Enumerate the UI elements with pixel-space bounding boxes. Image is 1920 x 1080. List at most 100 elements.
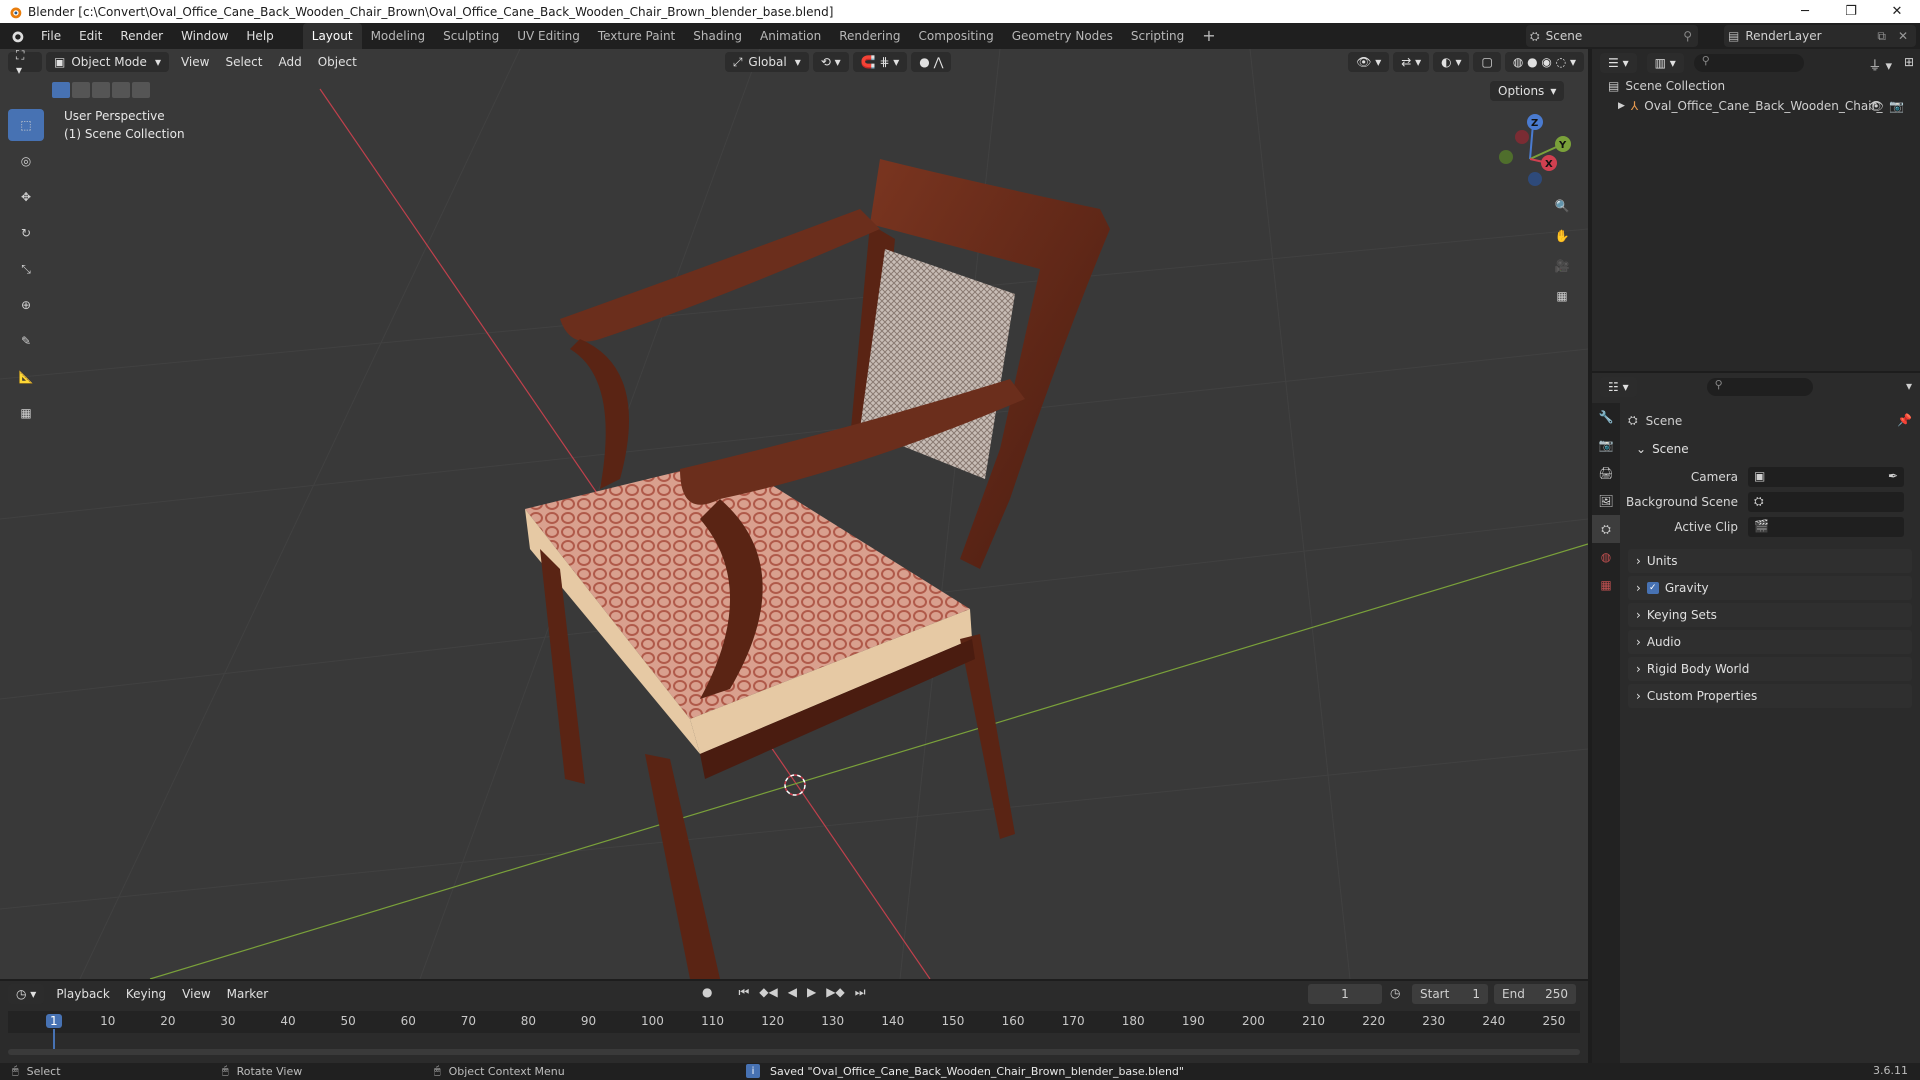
transform-tool-icon[interactable]: ⊕	[8, 289, 44, 321]
timeline-editor-type[interactable]: ◷ ▾	[8, 984, 45, 1004]
scale-tool-icon[interactable]: ⤡	[8, 253, 44, 285]
move-tool-icon[interactable]: ✥	[8, 181, 44, 213]
new-collection-icon[interactable]: ⊞	[1904, 55, 1914, 69]
audio-panel[interactable]: › Audio	[1628, 630, 1912, 654]
tab-sculpting[interactable]: Sculpting	[434, 23, 508, 49]
tab-modeling[interactable]: Modeling	[362, 23, 435, 49]
ortho-toggle-icon[interactable]: ▦	[1549, 283, 1575, 309]
timeline-menu-playback[interactable]: Playback	[48, 987, 118, 1001]
tab-texture-paint[interactable]: Texture Paint	[589, 23, 684, 49]
blender-menu-icon[interactable]	[6, 27, 28, 45]
world-tab-icon[interactable]: ◍	[1592, 543, 1620, 571]
prev-keyframe-icon[interactable]: ◆◀	[759, 985, 777, 1000]
zoom-icon[interactable]: 🔍	[1549, 193, 1575, 219]
transform-orientation-dropdown[interactable]: ⤢ Global ▾	[724, 52, 809, 72]
new-layer-icon[interactable]: ⧉	[1877, 29, 1886, 44]
gizmo-toggle[interactable]: ⇄ ▾	[1393, 52, 1430, 72]
properties-editor-type[interactable]: ☷ ▾	[1600, 377, 1637, 397]
editor-type-dropdown[interactable]: ⛶ ▾	[8, 49, 42, 77]
keying-sets-panel[interactable]: › Keying Sets	[1628, 603, 1912, 627]
custom-properties-panel[interactable]: › Custom Properties	[1628, 684, 1912, 708]
eyedropper-icon[interactable]: ✒	[1888, 469, 1898, 483]
select-invert-icon[interactable]	[112, 82, 130, 98]
properties-search-input[interactable]: ⚲	[1706, 378, 1813, 396]
tab-rendering[interactable]: Rendering	[830, 23, 909, 49]
rotate-tool-icon[interactable]: ↻	[8, 217, 44, 249]
remove-layer-icon[interactable]: ✕	[1898, 29, 1908, 43]
navigation-gizmo[interactable]: Z Y X	[1499, 114, 1571, 186]
play-icon[interactable]: ▶	[807, 985, 816, 1000]
texture-tab-icon[interactable]: ▦	[1592, 571, 1620, 599]
expand-arrow-icon[interactable]: ▶	[1618, 101, 1625, 111]
preview-range-icon[interactable]: ◷	[1390, 986, 1400, 1000]
overlay-toggle[interactable]: ◐ ▾	[1433, 52, 1470, 72]
pin-icon[interactable]: ⚲	[1683, 29, 1692, 43]
jump-end-icon[interactable]: ⏭	[855, 985, 866, 1000]
selection-mode-buttons[interactable]	[52, 82, 150, 98]
measure-tool-icon[interactable]: 📐	[8, 361, 44, 393]
render-camera-icon[interactable]: 📷	[1889, 99, 1904, 113]
mode-dropdown[interactable]: ▣ Object Mode ▾	[46, 52, 169, 72]
pin-icon[interactable]: 📌	[1897, 413, 1912, 427]
timeline-scrollbar[interactable]	[8, 1049, 1580, 1055]
menu-help[interactable]: Help	[237, 23, 282, 49]
tool-tab-icon[interactable]: 🔧	[1592, 403, 1620, 431]
play-reverse-icon[interactable]: ◀	[788, 985, 797, 1000]
tab-animation[interactable]: Animation	[751, 23, 830, 49]
scene-panel-header[interactable]: ⌄ Scene	[1628, 437, 1912, 461]
outliner-editor-type[interactable]: ☰ ▾	[1600, 53, 1637, 73]
end-frame-field[interactable]: End 250	[1494, 984, 1576, 1004]
active-clip-field[interactable]: 🎬	[1748, 517, 1904, 537]
camera-view-icon[interactable]: 🎥	[1549, 253, 1575, 279]
annotate-tool-icon[interactable]: ✎	[8, 325, 44, 357]
xray-toggle[interactable]: ▢	[1473, 52, 1501, 72]
filter-icon[interactable]: ⏚ ▾	[1868, 55, 1892, 74]
outliner-display-mode[interactable]: ▥ ▾	[1646, 53, 1684, 73]
gravity-checkbox[interactable]: ✓	[1646, 582, 1659, 594]
properties-menu-icon[interactable]: ▾	[1906, 379, 1912, 393]
tab-geometry-nodes[interactable]: Geometry Nodes	[1003, 23, 1122, 49]
background-scene-field[interactable]: ⛭	[1748, 492, 1904, 512]
camera-field[interactable]: ▣ ✒	[1748, 467, 1904, 487]
next-keyframe-icon[interactable]: ▶◆	[826, 985, 844, 1000]
current-frame-field[interactable]: 1	[1308, 984, 1382, 1004]
select-new-icon[interactable]	[52, 82, 70, 98]
gravity-panel[interactable]: › ✓ Gravity	[1628, 576, 1912, 600]
3d-viewport[interactable]: Z Y X ⛶ ▾ ▣ Object Mode ▾ View Select Add Ob…	[0, 49, 1588, 979]
playhead-line[interactable]	[53, 1029, 55, 1051]
viewport-menu-view[interactable]: View	[173, 55, 217, 69]
timeline-menu-marker[interactable]: Marker	[219, 987, 276, 1001]
options-button[interactable]: Options ▾	[1490, 81, 1565, 101]
minimize-button[interactable]: ─	[1782, 0, 1828, 23]
menu-edit[interactable]: Edit	[70, 23, 111, 49]
viewport-menu-add[interactable]: Add	[270, 55, 309, 69]
timeline-menu-view[interactable]: View	[174, 987, 218, 1001]
add-workspace-button[interactable]: +	[1193, 23, 1224, 49]
tab-scripting[interactable]: Scripting	[1122, 23, 1193, 49]
visibility-dropdown[interactable]: 👁 ▾	[1348, 52, 1390, 72]
start-frame-field[interactable]: Start 1	[1412, 984, 1488, 1004]
timeline-menu-keying[interactable]: Keying	[118, 987, 174, 1001]
select-subtract-icon[interactable]	[92, 82, 110, 98]
scene-selector[interactable]: ⛭ Scene ⚲	[1526, 25, 1698, 47]
rigid-body-world-panel[interactable]: › Rigid Body World	[1628, 657, 1912, 681]
tab-layout[interactable]: Layout	[302, 23, 362, 49]
keyframe-dot-icon[interactable]: ●	[702, 985, 712, 1000]
render-layer-selector[interactable]: ▤ RenderLayer ⧉ ✕	[1724, 25, 1916, 47]
proportional-edit-dropdown[interactable]: ● ⋀	[911, 52, 952, 72]
3d-cursor[interactable]	[784, 774, 806, 796]
visibility-eye-icon[interactable]: 👁	[1869, 99, 1884, 113]
outliner-search-input[interactable]: ⚲	[1693, 54, 1804, 72]
cursor-tool-icon[interactable]: ◎	[8, 145, 44, 177]
tab-shading[interactable]: Shading	[684, 23, 751, 49]
tab-compositing[interactable]: Compositing	[909, 23, 1002, 49]
jump-start-icon[interactable]: ⏮	[738, 985, 749, 1000]
shading-mode-buttons[interactable]: ◍ ● ◉ ◌ ▾	[1504, 52, 1584, 72]
outliner-root[interactable]: ▤ Scene Collection	[1608, 79, 1725, 93]
maximize-button[interactable]: ❐	[1828, 0, 1874, 23]
tab-uv-editing[interactable]: UV Editing	[508, 23, 589, 49]
menu-file[interactable]: File	[32, 23, 70, 49]
pan-hand-icon[interactable]: ✋	[1549, 223, 1575, 249]
viewport-menu-object[interactable]: Object	[310, 55, 365, 69]
render-tab-icon[interactable]: 📷	[1592, 431, 1620, 459]
